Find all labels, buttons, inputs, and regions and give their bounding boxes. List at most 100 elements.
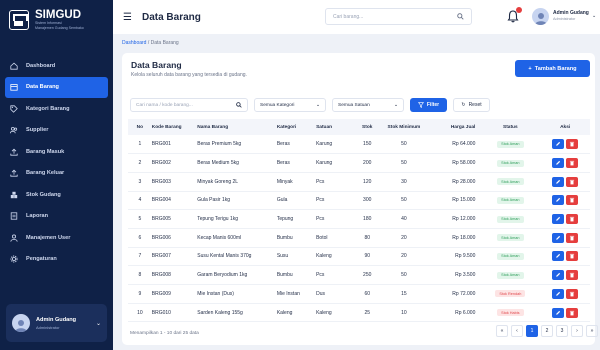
- sidebar-item-barang-masuk[interactable]: Barang Masuk: [0, 141, 113, 163]
- table-cell: Rp 6.000: [426, 303, 481, 323]
- chevron-down-icon[interactable]: ⌄: [592, 13, 596, 19]
- edit-button[interactable]: [552, 158, 565, 169]
- page-nav-button[interactable]: ›: [571, 325, 583, 337]
- delete-button[interactable]: [566, 214, 579, 225]
- reset-button[interactable]: ↻ Reset: [453, 98, 490, 112]
- sidebar-item-label: Stok Gudang: [26, 191, 61, 198]
- status-cell: Stok Aman: [480, 209, 541, 229]
- table-cell: Mie Instan (Dus): [197, 284, 277, 304]
- sidebar-item-dashboard[interactable]: Dashboard: [0, 55, 113, 77]
- breadcrumb-dashboard[interactable]: Dashboard: [122, 40, 146, 46]
- column-header: Satuan: [316, 119, 354, 135]
- chevron-down-icon: ⌄: [315, 102, 320, 108]
- add-item-button[interactable]: + Tambah Barang: [515, 60, 590, 77]
- sidebar-item-laporan[interactable]: Laporan: [0, 206, 113, 228]
- items-table: No Kode Barang Nama Barang Kategori Satuan St…: [128, 119, 590, 323]
- status-cell: Stok Aman: [480, 191, 541, 211]
- sidebar-item-barang-keluar[interactable]: Barang Keluar: [0, 163, 113, 185]
- page-button-3[interactable]: 3: [556, 325, 568, 337]
- table-cell: 80: [353, 228, 382, 248]
- category-select[interactable]: Semua Kategori ⌄: [254, 98, 326, 112]
- delete-button[interactable]: [566, 195, 579, 206]
- table-cell: 10: [128, 303, 152, 323]
- table-body: 1 BRG001 Beras Premium 5kg Beras Karung 150 50…: [128, 135, 590, 323]
- delete-button[interactable]: [566, 139, 579, 150]
- table-cell: 4: [128, 191, 152, 211]
- page-button-1[interactable]: 1: [526, 325, 538, 337]
- delete-button[interactable]: [566, 307, 579, 318]
- sidebar-user-role: Administrator: [36, 324, 60, 330]
- edit-button[interactable]: [552, 307, 565, 318]
- delete-button[interactable]: [566, 158, 579, 169]
- sidebar-user-card[interactable]: Admin Gudang Administrator ⌄: [6, 304, 107, 342]
- table-cell: 50: [381, 191, 427, 211]
- sidebar-item-supplier[interactable]: Supplier: [0, 120, 113, 142]
- status-badge: Stok Aman: [497, 234, 524, 242]
- sidebar-item-label: Barang Masuk: [26, 148, 65, 155]
- pencil-icon: [556, 198, 561, 203]
- refresh-icon: ↻: [461, 102, 466, 108]
- delete-button[interactable]: [566, 251, 579, 262]
- table-cell: Susu Kental Manis 370g: [197, 247, 277, 267]
- table-cell: Rp 12.000: [426, 209, 481, 229]
- page-button-2[interactable]: 2: [541, 325, 553, 337]
- sidebar-item-manajemen-user[interactable]: Manajemen User: [0, 227, 113, 249]
- header-user[interactable]: Admin Gudang Administrator: [553, 10, 589, 21]
- page-nav-button[interactable]: «: [496, 325, 508, 337]
- sidebar-item-pengaturan[interactable]: Pengaturan: [0, 249, 113, 271]
- table-row: 4 BRG004 Gula Pasir 1kg Gula Pcs 300 50 Rp 15.0…: [128, 191, 590, 211]
- item-search-input[interactable]: Cari nama / kode barang...: [130, 98, 248, 112]
- edit-button[interactable]: [552, 214, 565, 225]
- header-search-input[interactable]: Cari barang...: [325, 8, 472, 25]
- notification-bell-icon[interactable]: [506, 7, 522, 23]
- delete-button[interactable]: [566, 232, 579, 243]
- table-cell: Rp 72.000: [426, 284, 481, 304]
- table-cell: Minyak Goreng 2L: [197, 172, 277, 192]
- header-user-name: Admin Gudang: [553, 10, 589, 16]
- edit-button[interactable]: [552, 270, 565, 281]
- pencil-icon: [556, 216, 561, 221]
- table-cell: Dus: [316, 284, 354, 304]
- sidebar-item-label: Pengaturan: [26, 256, 57, 263]
- delete-button[interactable]: [566, 176, 579, 187]
- table-cell: Rp 58.000: [426, 153, 481, 173]
- sidebar-item-data-barang[interactable]: Data Barang: [5, 76, 108, 98]
- sidebar-item-stok-gudang[interactable]: Stok Gudang: [0, 184, 113, 206]
- filter-button[interactable]: Filter: [410, 98, 447, 112]
- edit-button[interactable]: [552, 139, 565, 150]
- page-nav-button[interactable]: ‹: [511, 325, 523, 337]
- table-cell: BRG001: [151, 135, 198, 155]
- status-badge: Stok Aman: [497, 159, 524, 167]
- column-header: Kategori: [276, 119, 317, 135]
- chevron-down-icon: ⌄: [393, 102, 398, 108]
- table-cell: Beras: [276, 135, 317, 155]
- table-cell: Rp 9.500: [426, 247, 481, 267]
- table-cell: BRG003: [151, 172, 198, 192]
- column-header: No: [128, 119, 152, 135]
- reset-button-label: Reset: [468, 102, 482, 108]
- pencil-icon: [556, 254, 561, 259]
- edit-button[interactable]: [552, 251, 565, 262]
- edit-button[interactable]: [552, 232, 565, 243]
- header-avatar[interactable]: [532, 8, 549, 25]
- delete-button[interactable]: [566, 288, 579, 299]
- table-cell: Tepung Terigu 1kg: [197, 209, 277, 229]
- table-cell: 9: [128, 284, 152, 304]
- edit-button[interactable]: [552, 176, 565, 187]
- table-cell: Beras Medium 5kg: [197, 153, 277, 173]
- box-icon: [10, 83, 18, 91]
- table-row: 6 BRG006 Kecap Manis 600ml Bumbu Botol 80 20 Rp…: [128, 228, 590, 248]
- table-cell: 5: [128, 209, 152, 229]
- sidebar-item-kategori-barang[interactable]: Kategori Barang: [0, 98, 113, 120]
- table-cell: 15: [381, 284, 427, 304]
- page-nav-button[interactable]: »: [586, 325, 598, 337]
- trash-icon: [570, 160, 575, 166]
- column-header: Kode Barang: [151, 119, 198, 135]
- edit-button[interactable]: [552, 195, 565, 206]
- table-cell: Kaleng: [316, 247, 354, 267]
- menu-icon[interactable]: ☰: [123, 12, 132, 23]
- delete-button[interactable]: [566, 270, 579, 281]
- unit-select[interactable]: Semua Satuan ⌄: [332, 98, 404, 112]
- breadcrumb-current: Data Barang: [150, 40, 179, 46]
- edit-button[interactable]: [552, 288, 565, 299]
